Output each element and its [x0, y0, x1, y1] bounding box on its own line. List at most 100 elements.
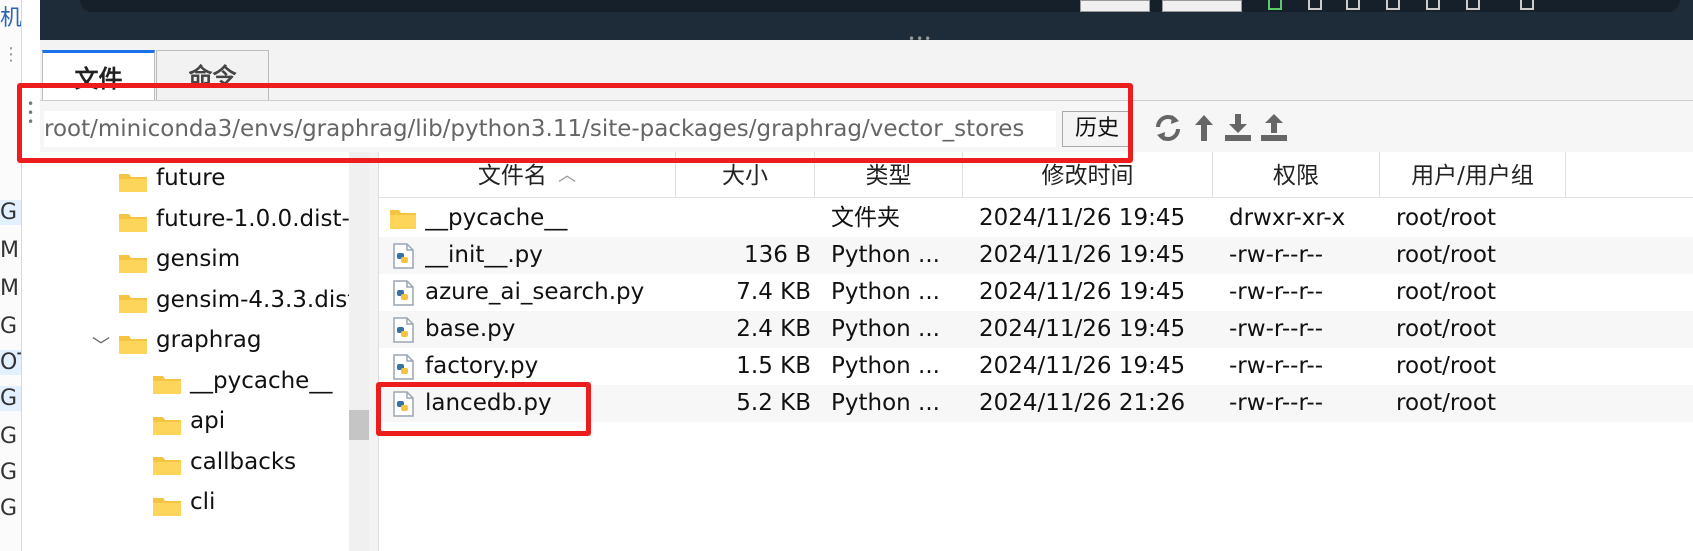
tree-item-label: cli: [190, 489, 216, 515]
tree-item[interactable]: gensim: [118, 239, 240, 279]
file-name-cell: factory.py: [425, 353, 539, 379]
table-row[interactable]: lancedb.py 5.2 KB Python ... 2024/11/26 21:…: [379, 385, 1693, 422]
path-input[interactable]: root/miniconda3/envs/graphrag/lib/python…: [44, 111, 1056, 147]
sort-ascending-icon: ︿: [558, 165, 577, 186]
tree-item-label: future-1.0.0.dist-info: [156, 205, 369, 232]
file-type-cell: Python ...: [831, 390, 940, 416]
column-header-mtime[interactable]: 修改时间: [963, 152, 1213, 198]
terminal-history-button[interactable]: [1080, 0, 1150, 12]
folder-icon: [118, 287, 148, 313]
file-list-header: 文件名 ︿ 大小 类型 修改时间 权限 用户/用户组: [379, 152, 1693, 198]
file-owner-cell: root/root: [1396, 390, 1496, 416]
left-strip-char: G: [0, 460, 18, 485]
tree-item[interactable]: api: [152, 401, 225, 441]
table-row[interactable]: __init__.py 136 B Python ... 2024/11/26 19:…: [379, 237, 1693, 274]
file-size-cell: 2.4 KB: [736, 316, 811, 342]
left-strip-char: M: [0, 238, 19, 263]
table-row[interactable]: azure_ai_search.py 7.4 KB Python ... 2024/1…: [379, 274, 1693, 311]
left-strip-char: G: [0, 424, 18, 449]
left-strip-char: G: [0, 314, 18, 339]
tree-item[interactable]: future-1.0.0.dist-info: [118, 199, 369, 239]
left-pane-strip: 机 ⋮ GMMGOTGGGG: [0, 0, 22, 551]
file-list: 文件名 ︿ 大小 类型 修改时间 权限 用户/用户组 __pycache__ 文件…: [378, 152, 1693, 551]
folder-icon: [152, 409, 182, 435]
file-name-cell: base.py: [425, 316, 516, 342]
file-owner-cell: root/root: [1396, 242, 1496, 268]
left-strip-char: M: [0, 276, 19, 301]
terminal-top-bar: [80, 0, 1680, 12]
screenshot-root: 机 ⋮ GMMGOTGGGG ••• 文件 命令 root/miniconda3…: [0, 0, 1693, 551]
table-row[interactable]: base.py 2.4 KB Python ... 2024/11/26 19:45 -…: [379, 311, 1693, 348]
python-file-icon: [389, 279, 417, 307]
file-name-cell: lancedb.py: [425, 390, 552, 416]
chevron-down-icon[interactable]: ﹀: [92, 332, 110, 358]
left-strip-char: G: [0, 496, 18, 521]
up-arrow-icon[interactable]: [1188, 111, 1220, 145]
python-file-icon: [389, 390, 417, 418]
tree-item[interactable]: cli: [152, 482, 215, 522]
file-owner-cell: root/root: [1396, 353, 1496, 379]
tree-item[interactable]: graphrag: [118, 320, 261, 360]
terminal-settings-icon[interactable]: [1426, 0, 1440, 10]
file-owner-cell: root/root: [1396, 205, 1496, 231]
tree-item-label: gensim: [156, 246, 241, 272]
terminal-paste-icon[interactable]: [1346, 0, 1360, 10]
file-permission-cell: drwxr-xr-x: [1229, 205, 1346, 231]
folder-icon: [118, 166, 148, 192]
terminal-fullscreen-icon[interactable]: [1466, 0, 1480, 10]
tree-item-label: graphrag: [156, 327, 262, 353]
folder-icon: [118, 247, 148, 273]
left-strip-char: G: [0, 386, 21, 411]
tree-item[interactable]: __pycache__: [152, 361, 332, 401]
file-owner-cell: root/root: [1396, 316, 1496, 342]
file-name-cell: __pycache__: [425, 205, 568, 231]
folder-icon: [152, 368, 182, 394]
python-file-icon: [389, 316, 417, 344]
left-strip-dots: ⋮: [2, 44, 20, 65]
file-mtime-cell: 2024/11/26 21:26: [979, 390, 1186, 416]
tree-item[interactable]: gensim-4.3.3.dist-info: [118, 280, 369, 320]
tree-item-label: callbacks: [190, 448, 297, 475]
folder-tree: future future-1.0.0.dist-info gensim gensim…: [22, 152, 369, 551]
folder-icon: [118, 206, 148, 232]
folder-icon: [389, 205, 417, 233]
tree-scrollbar[interactable]: [349, 152, 369, 551]
file-mtime-cell: 2024/11/26 19:45: [979, 205, 1186, 231]
history-button[interactable]: 历史: [1062, 111, 1132, 147]
file-type-cell: Python ...: [831, 242, 940, 268]
folder-open-icon: [118, 328, 148, 354]
file-size-cell: 7.4 KB: [736, 279, 811, 305]
terminal-copy-icon[interactable]: [1308, 0, 1322, 10]
file-mtime-cell: 2024/11/26 19:45: [979, 279, 1186, 305]
column-header-size[interactable]: 大小: [676, 152, 815, 198]
table-row[interactable]: factory.py 1.5 KB Python ... 2024/11/26 19:…: [379, 348, 1693, 385]
file-mtime-cell: 2024/11/26 19:45: [979, 242, 1186, 268]
file-name-cell: azure_ai_search.py: [425, 279, 645, 305]
upload-icon[interactable]: [1258, 111, 1290, 145]
file-type-cell: 文件夹: [831, 205, 900, 231]
file-mtime-cell: 2024/11/26 19:45: [979, 353, 1186, 379]
download-icon[interactable]: [1222, 111, 1254, 145]
toolbar-grip-icon[interactable]: • • •: [27, 98, 35, 128]
tree-item[interactable]: callbacks: [152, 442, 296, 482]
file-type-cell: Python ...: [831, 353, 940, 379]
terminal-close-icon[interactable]: [1520, 0, 1534, 10]
path-toolbar: root/miniconda3/envs/graphrag/lib/python…: [40, 100, 1693, 152]
file-permission-cell: -rw-r--r--: [1229, 353, 1324, 379]
file-type-cell: Python ...: [831, 316, 940, 342]
tree-scrollbar-thumb[interactable]: [349, 410, 369, 440]
refresh-icon[interactable]: [1152, 111, 1184, 145]
tree-item[interactable]: future: [118, 158, 225, 198]
column-header-type[interactable]: 类型: [815, 152, 963, 198]
tab-commands[interactable]: 命令: [156, 50, 269, 100]
file-permission-cell: -rw-r--r--: [1229, 242, 1324, 268]
column-header-owner[interactable]: 用户/用户组: [1380, 152, 1566, 198]
folder-icon: [152, 449, 182, 475]
terminal-options-button[interactable]: [1162, 0, 1242, 12]
column-header-permission[interactable]: 权限: [1213, 152, 1380, 198]
table-row[interactable]: __pycache__ 文件夹 2024/11/26 19:45 drwxr-xr-x…: [379, 200, 1693, 237]
terminal-search-icon[interactable]: [1386, 0, 1400, 10]
column-header-name[interactable]: 文件名 ︿: [379, 152, 676, 198]
tab-files[interactable]: 文件: [42, 50, 155, 100]
file-size-cell: 136 B: [744, 242, 811, 268]
